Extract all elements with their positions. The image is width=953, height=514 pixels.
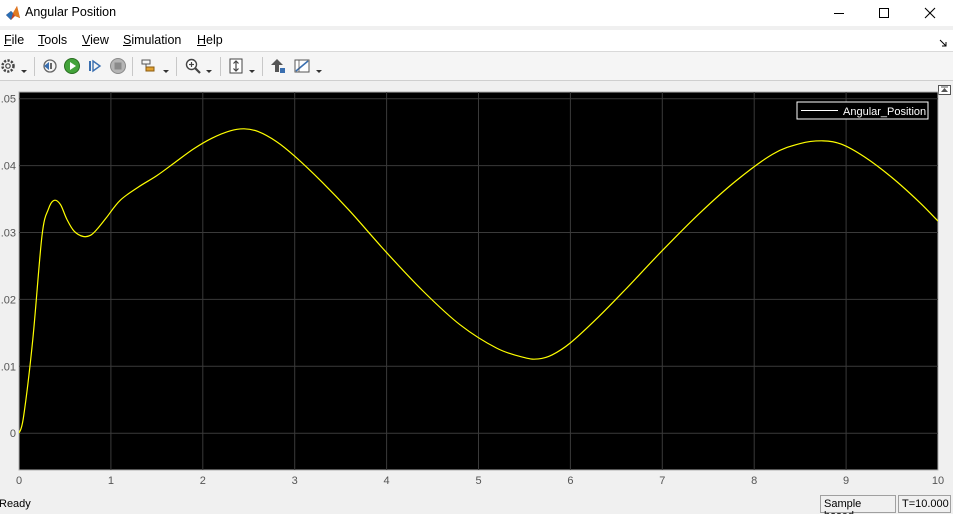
x-tick-label: 7	[659, 475, 665, 487]
scale-axes-dropdown-icon[interactable]	[249, 62, 256, 73]
cursor-measure-icon[interactable]	[292, 56, 312, 76]
run-icon[interactable]	[62, 56, 82, 76]
x-tick-labels: 0 1 2 3 4 5 6 7 8 9 10	[16, 475, 944, 487]
legend[interactable]: Angular_Position	[796, 101, 929, 120]
status-bar: Ready Sample based T=10.000	[0, 492, 953, 514]
y-tick-label: .03	[1, 227, 16, 239]
menu-view[interactable]: View	[82, 33, 109, 47]
x-tick-label: 4	[384, 475, 390, 487]
stop-icon[interactable]	[108, 56, 128, 76]
menu-file[interactable]: File	[4, 33, 24, 47]
settings-icon[interactable]	[0, 56, 18, 76]
dock-arrow-icon[interactable]	[939, 34, 947, 52]
maximize-icon	[879, 8, 889, 18]
x-tick-label: 2	[200, 475, 206, 487]
menu-bar: File Tools View Simulation Help	[0, 30, 953, 52]
y-tick-label: .02	[1, 294, 16, 306]
sample-mode-indicator: Sample based	[820, 495, 896, 514]
menu-help[interactable]: Help	[197, 33, 223, 47]
settings-dropdown-icon[interactable]	[21, 62, 28, 73]
x-tick-label: 5	[475, 475, 481, 487]
y-tick-label: 0	[10, 428, 16, 440]
zoom-dropdown-icon[interactable]	[206, 62, 213, 73]
x-tick-label: 10	[932, 475, 944, 487]
status-ready: Ready	[0, 498, 31, 510]
signal-select-icon[interactable]	[139, 56, 159, 76]
toolbar-separator	[220, 57, 221, 76]
step-forward-icon[interactable]	[85, 56, 105, 76]
zoom-icon[interactable]	[183, 56, 203, 76]
y-tick-label: .05	[1, 94, 16, 106]
scope-window: Angular Position File Tools View Simulat…	[0, 0, 953, 514]
window-title: Angular Position	[25, 5, 117, 19]
cursor-measure-dropdown-icon[interactable]	[316, 62, 323, 73]
toolbar-separator	[132, 57, 133, 76]
simulation-time-indicator: T=10.000	[898, 495, 951, 513]
y-tick-label: .04	[1, 161, 16, 173]
y-tick-label: .01	[1, 361, 16, 373]
toolbar-separator	[176, 57, 177, 76]
x-tick-label: 1	[108, 475, 114, 487]
menu-tools[interactable]: Tools	[38, 33, 67, 47]
y-tick-labels: 0 .01 .02 .03 .04 .05	[1, 94, 16, 441]
signal-select-dropdown-icon[interactable]	[163, 62, 170, 73]
step-back-icon[interactable]	[39, 56, 59, 76]
toolbar	[0, 52, 953, 81]
x-tick-label: 8	[751, 475, 757, 487]
maximize-button[interactable]	[861, 0, 907, 26]
toolbar-separator	[34, 57, 35, 76]
close-icon	[924, 7, 936, 19]
toolbar-separator	[262, 57, 263, 76]
scale-axes-icon[interactable]	[226, 56, 246, 76]
minimize-button[interactable]	[816, 0, 862, 26]
x-tick-label: 0	[16, 475, 22, 487]
matlab-logo-icon	[5, 5, 21, 21]
title-bar: Angular Position	[0, 0, 953, 26]
scope-plot[interactable]: 0 .01 .02 .03 .04 .05 0 1 2 3 4 5 6 7 8 9 10 Angular_Po…	[0, 81, 953, 492]
minimize-icon	[834, 13, 844, 14]
menu-simulation[interactable]: Simulation	[123, 33, 181, 47]
x-tick-label: 6	[567, 475, 573, 487]
x-tick-label: 9	[843, 475, 849, 487]
legend-label: Angular_Position	[843, 106, 926, 118]
x-tick-label: 3	[292, 475, 298, 487]
close-button[interactable]	[907, 0, 953, 26]
highlight-icon[interactable]	[268, 56, 288, 76]
